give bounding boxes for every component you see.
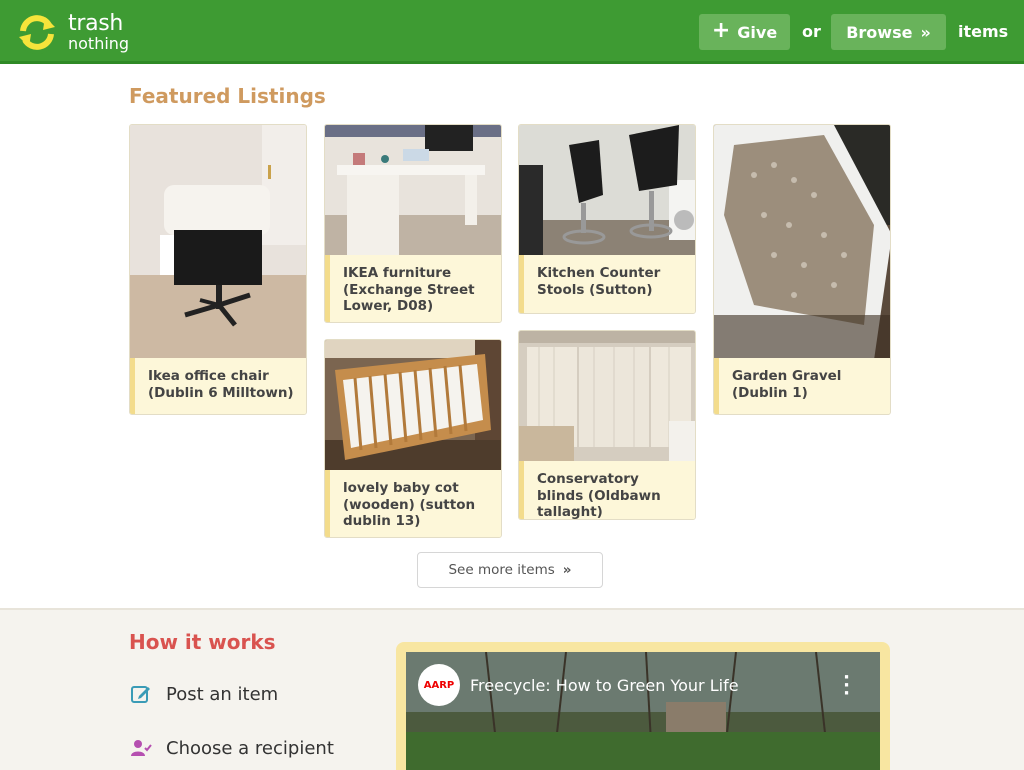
listing-card[interactable]: Ikea office chair (Dublin 6 Milltown) bbox=[129, 124, 307, 415]
more-options-icon[interactable]: · · · bbox=[843, 668, 850, 702]
listing-title: Garden Gravel (Dublin 1) bbox=[714, 358, 890, 414]
give-label: Give bbox=[737, 22, 778, 42]
listing-title: Kitchen Counter Stools (Sutton) bbox=[519, 255, 695, 313]
browse-button[interactable]: Browse » bbox=[831, 14, 946, 50]
logo-wordmark: trash nothing bbox=[68, 10, 130, 53]
or-text: or bbox=[802, 22, 821, 41]
video-title[interactable]: Freecycle: How to Green Your Life bbox=[470, 676, 739, 695]
how-it-works-title: How it works bbox=[129, 630, 276, 654]
listing-card[interactable]: IKEA furniture (Exchange Street Lower, D… bbox=[324, 124, 502, 323]
listing-card[interactable]: Kitchen Counter Stools (Sutton) bbox=[518, 124, 696, 314]
site-header: trash nothing + Give or Browse » items bbox=[0, 0, 1024, 64]
video-thumbnail bbox=[406, 652, 880, 770]
see-more-items-button[interactable]: See more items » bbox=[417, 552, 603, 588]
garden-gravel-photo bbox=[714, 125, 890, 360]
recycle-arrows-icon bbox=[15, 10, 59, 54]
give-button[interactable]: + Give bbox=[699, 14, 790, 50]
kitchen-stools-photo bbox=[519, 125, 695, 257]
listing-title: Conservatory blinds (Oldbawn tallaght) bbox=[519, 461, 695, 519]
step-label: Post an item bbox=[166, 683, 279, 705]
double-chevron-right-icon: » bbox=[920, 22, 931, 42]
listing-card[interactable]: Garden Gravel (Dublin 1) bbox=[713, 124, 891, 415]
step-post-item: Post an item bbox=[129, 682, 278, 706]
step-label: Choose a recipient bbox=[166, 737, 334, 759]
site-logo[interactable]: trash nothing bbox=[14, 9, 129, 55]
ikea-desk-photo bbox=[325, 125, 501, 257]
featured-listings-title: Featured Listings bbox=[129, 84, 326, 108]
edit-icon bbox=[131, 686, 150, 703]
logo-line-2: nothing bbox=[68, 33, 130, 53]
browse-label: Browse bbox=[846, 22, 913, 42]
listing-title: Ikea office chair (Dublin 6 Milltown) bbox=[130, 358, 306, 414]
plus-icon: + bbox=[711, 18, 731, 43]
baby-cot-photo bbox=[325, 340, 501, 472]
double-chevron-right-icon: » bbox=[562, 562, 572, 578]
user-check-icon bbox=[131, 740, 152, 756]
how-it-works-section: How it works Post an item Choose a recip… bbox=[0, 608, 1024, 770]
items-text: items bbox=[958, 22, 1009, 41]
listing-title: IKEA furniture (Exchange Street Lower, D… bbox=[325, 255, 501, 322]
step-choose-recipient: Choose a recipient bbox=[129, 736, 334, 760]
aarp-channel-avatar[interactable]: AARP bbox=[418, 664, 460, 706]
see-more-label: See more items bbox=[448, 562, 555, 578]
embedded-video[interactable]: AARP Freecycle: How to Green Your Life ·… bbox=[406, 652, 880, 770]
video-frame: AARP Freecycle: How to Green Your Life ·… bbox=[396, 642, 890, 770]
listing-card[interactable]: Conservatory blinds (Oldbawn tallaght) bbox=[518, 330, 696, 520]
listing-card[interactable]: lovely baby cot (wooden) (sutton dublin … bbox=[324, 339, 502, 538]
listing-title: lovely baby cot (wooden) (sutton dublin … bbox=[325, 470, 501, 537]
office-chair-photo bbox=[130, 125, 306, 360]
conservatory-blinds-photo bbox=[519, 331, 695, 463]
logo-line-1: trash bbox=[68, 10, 124, 36]
